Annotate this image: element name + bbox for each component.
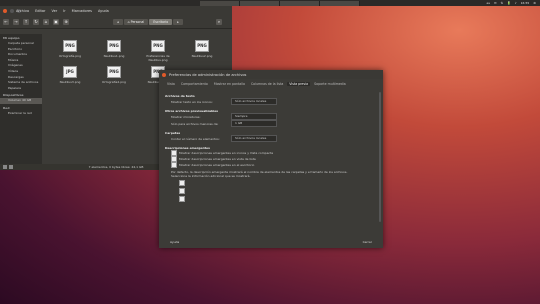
close-button[interactable] [162,72,166,77]
image-file-icon: PNG [63,40,77,52]
menu-bookmarks[interactable]: Marcadores [72,9,92,13]
dialog-footer: Ayuda Cerrar [167,239,375,245]
menu-edit[interactable]: Editar [35,9,45,13]
home-icon[interactable]: ⌂ [43,19,49,25]
file-name: Ortografía2.png [102,80,126,84]
file-name: Preferencias de Nautilus.png [146,54,170,62]
count-items-row: Contar el número de elementos: Sólo arch… [165,135,371,142]
status-text: 7 elementos, 0 bytes libres: 44,1 GB [88,165,144,169]
thumbnails-row: Mostrar miniaturas: Siempre [165,113,371,120]
info-option-checkbox[interactable] [179,180,185,186]
file-item[interactable]: PNG Nautilus1.png [94,40,134,58]
keyboard-indicator[interactable]: es [487,1,490,5]
battery-icon[interactable]: 🔋 [507,1,511,5]
file-name: Nautilus3.png [59,80,81,84]
tooltip-desktop-checkbox[interactable] [171,162,177,168]
tab-view[interactable]: Vista [165,82,177,86]
taskbar-item[interactable] [240,1,280,6]
file-item[interactable]: PNG Preferencias de Nautilus.png [138,40,178,62]
tooltip-checkbox-row: Mostrar descripciones emergentes en el e… [165,162,371,168]
dialog-titlebar: Preferencias de administración de archiv… [159,70,383,79]
file-manager-titlebar: Archivo Editar Ver Ir Marcadores Ayuda [0,6,232,16]
breadcrumb-next[interactable]: ▸ [173,19,183,25]
status-controls [3,164,13,169]
breadcrumb-home[interactable]: ⌂ Personal [123,19,149,25]
file-item[interactable]: JPG Nautilus3.png [50,66,90,84]
sidebar-toggle-icon[interactable] [3,165,7,169]
sidebar-section-title: Red [3,105,10,110]
close-dialog-button[interactable]: Cerrar [360,239,375,245]
field-label: Sólo para archivos menores de: [171,121,219,126]
sidebar-item[interactable]: Examinar la red [0,111,42,117]
taskbar-item[interactable] [320,1,360,6]
file-item[interactable]: PNG Ortografía.png [50,40,90,58]
tooltip-note: Por defecto, la descripción emergente mo… [171,170,348,178]
field-label: Contar el número de elementos: [171,136,220,141]
sidebar-section-title: Dispositivos [3,93,24,98]
scrollbar[interactable] [379,92,381,222]
file-item[interactable]: PNG Nautilus2.png [182,40,222,58]
info-option-checkbox[interactable] [179,196,185,202]
reload-icon[interactable]: ↻ [33,19,39,25]
system-tray: es ✉ ⇅ 🔋 ♪ 16:55 ⚙ [487,1,540,5]
session-gear-icon[interactable]: ⚙ [533,1,536,5]
toolbar: ← → ↑ ↻ ⌂ ▣ ⊕ ◂ ⌂ Personal Escritorio ▸ … [0,16,232,29]
dialog-body: Archivos de texto Mostrar texto en los i… [165,90,371,235]
checkbox-label: Mostrar descripciones emergentes en icon… [179,151,274,155]
sound-icon[interactable]: ♪ [515,1,517,5]
breadcrumb: ◂ ⌂ Personal Escritorio ▸ [113,19,183,25]
sidebar-section-title: Mi equipo [3,36,20,40]
mail-icon[interactable]: ✉ [494,1,497,5]
tab-display[interactable]: Mostrar en pantalla [212,82,247,86]
forward-icon[interactable]: → [13,19,19,25]
size-limit-select[interactable]: 1 GB [231,120,277,127]
file-item[interactable]: PNG Ortografía2.png [94,66,134,84]
tab-preview[interactable]: Vista previa [287,82,311,86]
tab-behavior[interactable]: Comportamiento [179,82,210,86]
checkbox-label: Mostrar descripciones emergentes en el e… [179,163,255,167]
file-name: Nautilus2.png [191,54,213,58]
image-file-icon: PNG [195,40,209,52]
up-icon[interactable]: ↑ [23,19,29,25]
back-icon[interactable]: ← [3,19,9,25]
file-name: Nautilus1.png [103,54,125,58]
field-label: Mostrar texto en los iconos: [171,99,213,104]
checkbox-label: Mostrar descripciones emergentes en vist… [179,157,256,161]
file-name: Ortografía.png [59,54,81,58]
breadcrumb-desktop[interactable]: Escritorio [149,19,173,25]
field-label: Mostrar miniaturas: [171,114,201,119]
count-items-select[interactable]: Sólo archivos locales [231,135,277,142]
breadcrumb-prev[interactable]: ◂ [113,19,123,25]
tab-list-columns[interactable]: Columnas de la lista [249,82,285,86]
help-button[interactable]: Ayuda [167,239,182,245]
image-file-icon: PNG [107,40,121,52]
menu-file[interactable]: Archivo [16,9,29,13]
text-preview-row: Mostrar texto en los iconos: Sólo archiv… [165,98,371,105]
menu-view[interactable]: Ver [51,9,57,13]
dialog-tabs: Vista Comportamiento Mostrar en pantalla… [159,79,383,89]
sidebar: Mi equipo Carpeta personal Escritorio Do… [0,34,42,164]
image-file-icon: PNG [107,66,121,78]
taskbar-item[interactable] [280,1,320,6]
image-file-icon: PNG [151,40,165,52]
menubar: Archivo Editar Ver Ir Marcadores Ayuda [0,9,109,13]
menu-go[interactable]: Ir [63,9,65,13]
menu-help[interactable]: Ayuda [98,9,109,13]
thumbnails-select[interactable]: Siempre [231,113,277,120]
zoom-icon[interactable]: ⊕ [63,19,69,25]
search-icon[interactable]: ⌕ [216,19,222,25]
info-option-checkbox[interactable] [179,188,185,194]
preferences-dialog: Preferencias de administración de archiv… [159,70,383,248]
image-file-icon: JPG [63,66,77,78]
tab-media[interactable]: Soporte multimedia [312,82,348,86]
computer-icon[interactable]: ▣ [53,19,59,25]
size-limit-row: Sólo para archivos menores de: 1 GB [165,120,371,127]
dialog-title: Preferencias de administración de archiv… [169,72,247,77]
zoom-out-icon[interactable] [9,165,13,169]
network-icon[interactable]: ⇅ [500,1,503,5]
text-preview-select[interactable]: Sólo archivos locales [231,98,277,105]
clock[interactable]: 16:55 [521,1,530,5]
